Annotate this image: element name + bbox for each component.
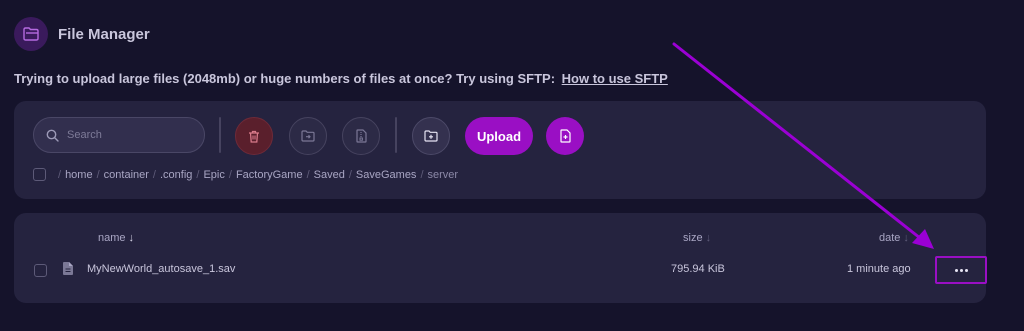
- column-header-label: date: [879, 232, 901, 244]
- breadcrumb-item[interactable]: SaveGames: [356, 169, 417, 181]
- column-header-date[interactable]: date ↓: [879, 232, 909, 244]
- breadcrumb-current: server: [427, 168, 459, 181]
- folder-plus-icon: [424, 130, 438, 142]
- breadcrumb-item[interactable]: Epic: [203, 169, 224, 181]
- search-box[interactable]: [33, 117, 205, 153]
- page-header: File Manager: [14, 17, 150, 51]
- folder-open-icon: [14, 17, 48, 51]
- breadcrumb-item[interactable]: home: [65, 169, 93, 181]
- sort-arrow-icon: ↓: [903, 232, 909, 244]
- trash-icon: [249, 130, 259, 143]
- toolbar-divider: [395, 117, 397, 153]
- breadcrumb-item[interactable]: FactoryGame: [236, 169, 303, 181]
- breadcrumb-separator: /: [152, 168, 156, 181]
- archive-button[interactable]: [342, 117, 380, 155]
- file-icon: [63, 262, 73, 275]
- breadcrumb-separator: /: [348, 168, 352, 181]
- new-folder-button[interactable]: [412, 117, 450, 155]
- file-size: 795.94 KiB: [671, 263, 725, 275]
- move-button[interactable]: [289, 117, 327, 155]
- file-name[interactable]: MyNewWorld_autosave_1.sav: [87, 263, 235, 275]
- more-options-button[interactable]: [935, 256, 987, 284]
- archive-icon: [355, 129, 367, 143]
- more-options-icon: [954, 268, 968, 272]
- upload-button[interactable]: Upload: [465, 117, 533, 155]
- breadcrumb-separator: /: [58, 168, 62, 181]
- breadcrumb-separator: /: [306, 168, 310, 181]
- column-header-size[interactable]: size ↓: [683, 232, 711, 244]
- breadcrumb-item[interactable]: .config: [160, 169, 192, 181]
- toolbar-divider: [219, 117, 221, 153]
- file-list-panel: name ↓ size ↓ date ↓ MyNewWorld_autosave_1.…: [14, 213, 987, 303]
- toolbar-panel: Upload / home / container / .config / Ep…: [14, 101, 986, 199]
- breadcrumb-item[interactable]: container: [104, 169, 149, 181]
- page-title: File Manager: [58, 25, 150, 43]
- select-all-checkbox[interactable]: [33, 168, 46, 181]
- sftp-help-link[interactable]: How to use SFTP: [562, 71, 668, 86]
- column-header-label: name: [98, 232, 126, 244]
- breadcrumb-separator: /: [196, 168, 200, 181]
- row-checkbox[interactable]: [34, 264, 47, 277]
- folder-move-icon: [301, 130, 315, 142]
- file-plus-icon: [559, 129, 571, 143]
- sftp-notice-text: Trying to upload large files (2048mb) or…: [14, 71, 556, 86]
- sftp-notice: Trying to upload large files (2048mb) or…: [14, 71, 668, 86]
- sort-arrow-icon: ↓: [128, 232, 135, 244]
- column-header-label: size: [683, 232, 703, 244]
- search-input[interactable]: [67, 129, 187, 141]
- breadcrumb: / home / container / .config / Epic / Fa…: [33, 168, 458, 181]
- breadcrumb-separator: /: [96, 168, 100, 181]
- new-file-button[interactable]: [546, 117, 584, 155]
- breadcrumb-item[interactable]: Saved: [314, 169, 345, 181]
- delete-button[interactable]: [235, 117, 273, 155]
- search-icon: [46, 129, 59, 142]
- breadcrumb-separator: /: [420, 168, 424, 181]
- sort-arrow-icon: ↓: [705, 232, 712, 244]
- breadcrumb-separator: /: [228, 168, 232, 181]
- file-date: 1 minute ago: [847, 263, 911, 275]
- column-header-name[interactable]: name ↓: [98, 232, 134, 244]
